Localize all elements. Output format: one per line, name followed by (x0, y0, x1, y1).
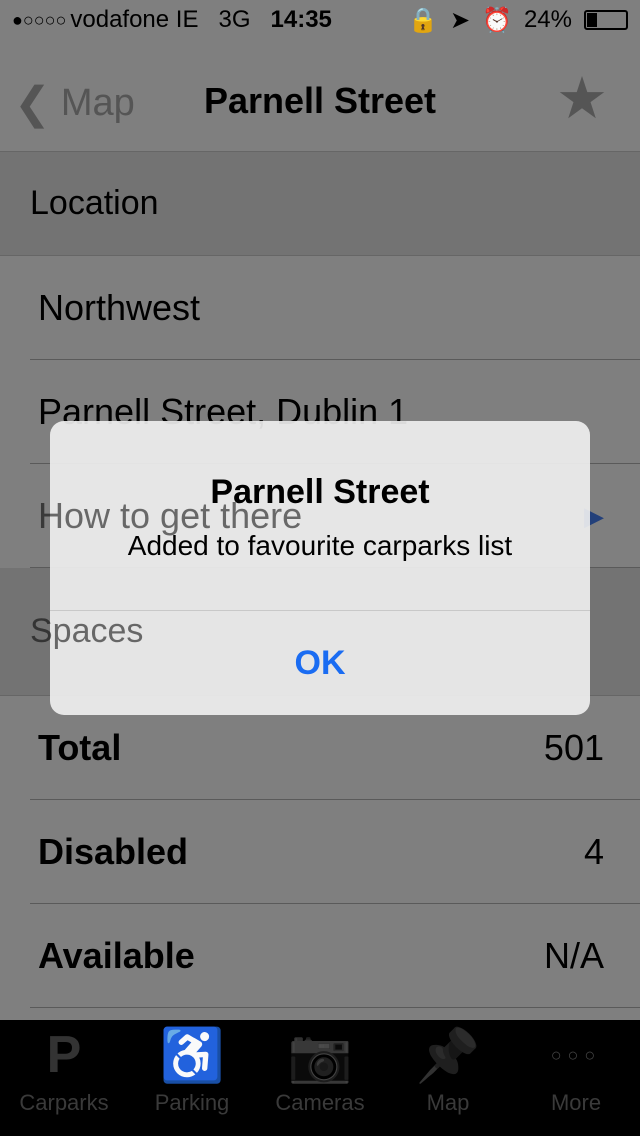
ok-button[interactable]: OK (50, 610, 590, 715)
alert-message: Added to favourite carparks list (127, 530, 513, 561)
tab-label: More (550, 1090, 602, 1115)
row-value: N/A (543, 935, 604, 976)
tab-label: Parking (154, 1090, 230, 1115)
battery-icon (584, 10, 628, 30)
alert-dialog: Parnell Street Added to favourite carpar… (50, 421, 590, 715)
tab-parking[interactable]: ♿ Parking (128, 1020, 256, 1136)
tab-more[interactable]: ○○○ More (512, 1020, 640, 1136)
row-value: 501 (543, 727, 604, 768)
wheelchair-icon: ♿ (159, 1026, 225, 1085)
battery-percent: 24% (523, 6, 572, 33)
table-row: Available N/A (0, 904, 640, 1008)
section-header-location: Location (0, 152, 640, 256)
list-item-region: Northwest (0, 256, 640, 360)
status-bar: ●○○○○ vodafone IE 3G 14:35 🔒 ➤ ⏰ 24% (0, 0, 640, 40)
table-row: Disabled 4 (0, 800, 640, 904)
row-value: 4 (583, 831, 604, 872)
row-label: Total (38, 727, 122, 768)
row-label: Disabled (38, 831, 189, 872)
rotation-lock-icon: 🔒 (408, 6, 438, 34)
location-icon: ➤ (449, 6, 471, 34)
row-label: Available (38, 935, 195, 976)
navigation-bar: ❮ Map Parnell Street ★ (0, 40, 640, 152)
tab-bar: P Carparks ♿ Parking 📷 Cameras 📌 Map ○○○ More (0, 1020, 640, 1136)
more-icon: ○○○ (550, 1044, 602, 1065)
network: 3G (218, 6, 251, 33)
tab-label: Carparks (19, 1090, 109, 1115)
tab-map[interactable]: 📌 Map (384, 1020, 512, 1136)
tab-label: Cameras (275, 1090, 365, 1115)
parking-icon: P (46, 1026, 82, 1084)
alarm-icon: ⏰ (482, 6, 512, 34)
clock: 14:35 (270, 6, 332, 33)
alert-title: Parnell Street (210, 473, 430, 511)
region-text: Northwest (38, 287, 201, 328)
tab-cameras[interactable]: 📷 Cameras (256, 1020, 384, 1136)
tab-label: Map (426, 1090, 470, 1115)
star-icon[interactable]: ★ (556, 70, 608, 128)
tab-carparks[interactable]: P Carparks (0, 1020, 128, 1136)
carrier: vodafone IE (70, 6, 199, 33)
pushpin-icon: 📌 (415, 1026, 481, 1085)
signal-icon: ●○○○○ (12, 9, 67, 30)
camera-icon: 📷 (287, 1026, 353, 1085)
page-title: Parnell Street (203, 80, 437, 121)
